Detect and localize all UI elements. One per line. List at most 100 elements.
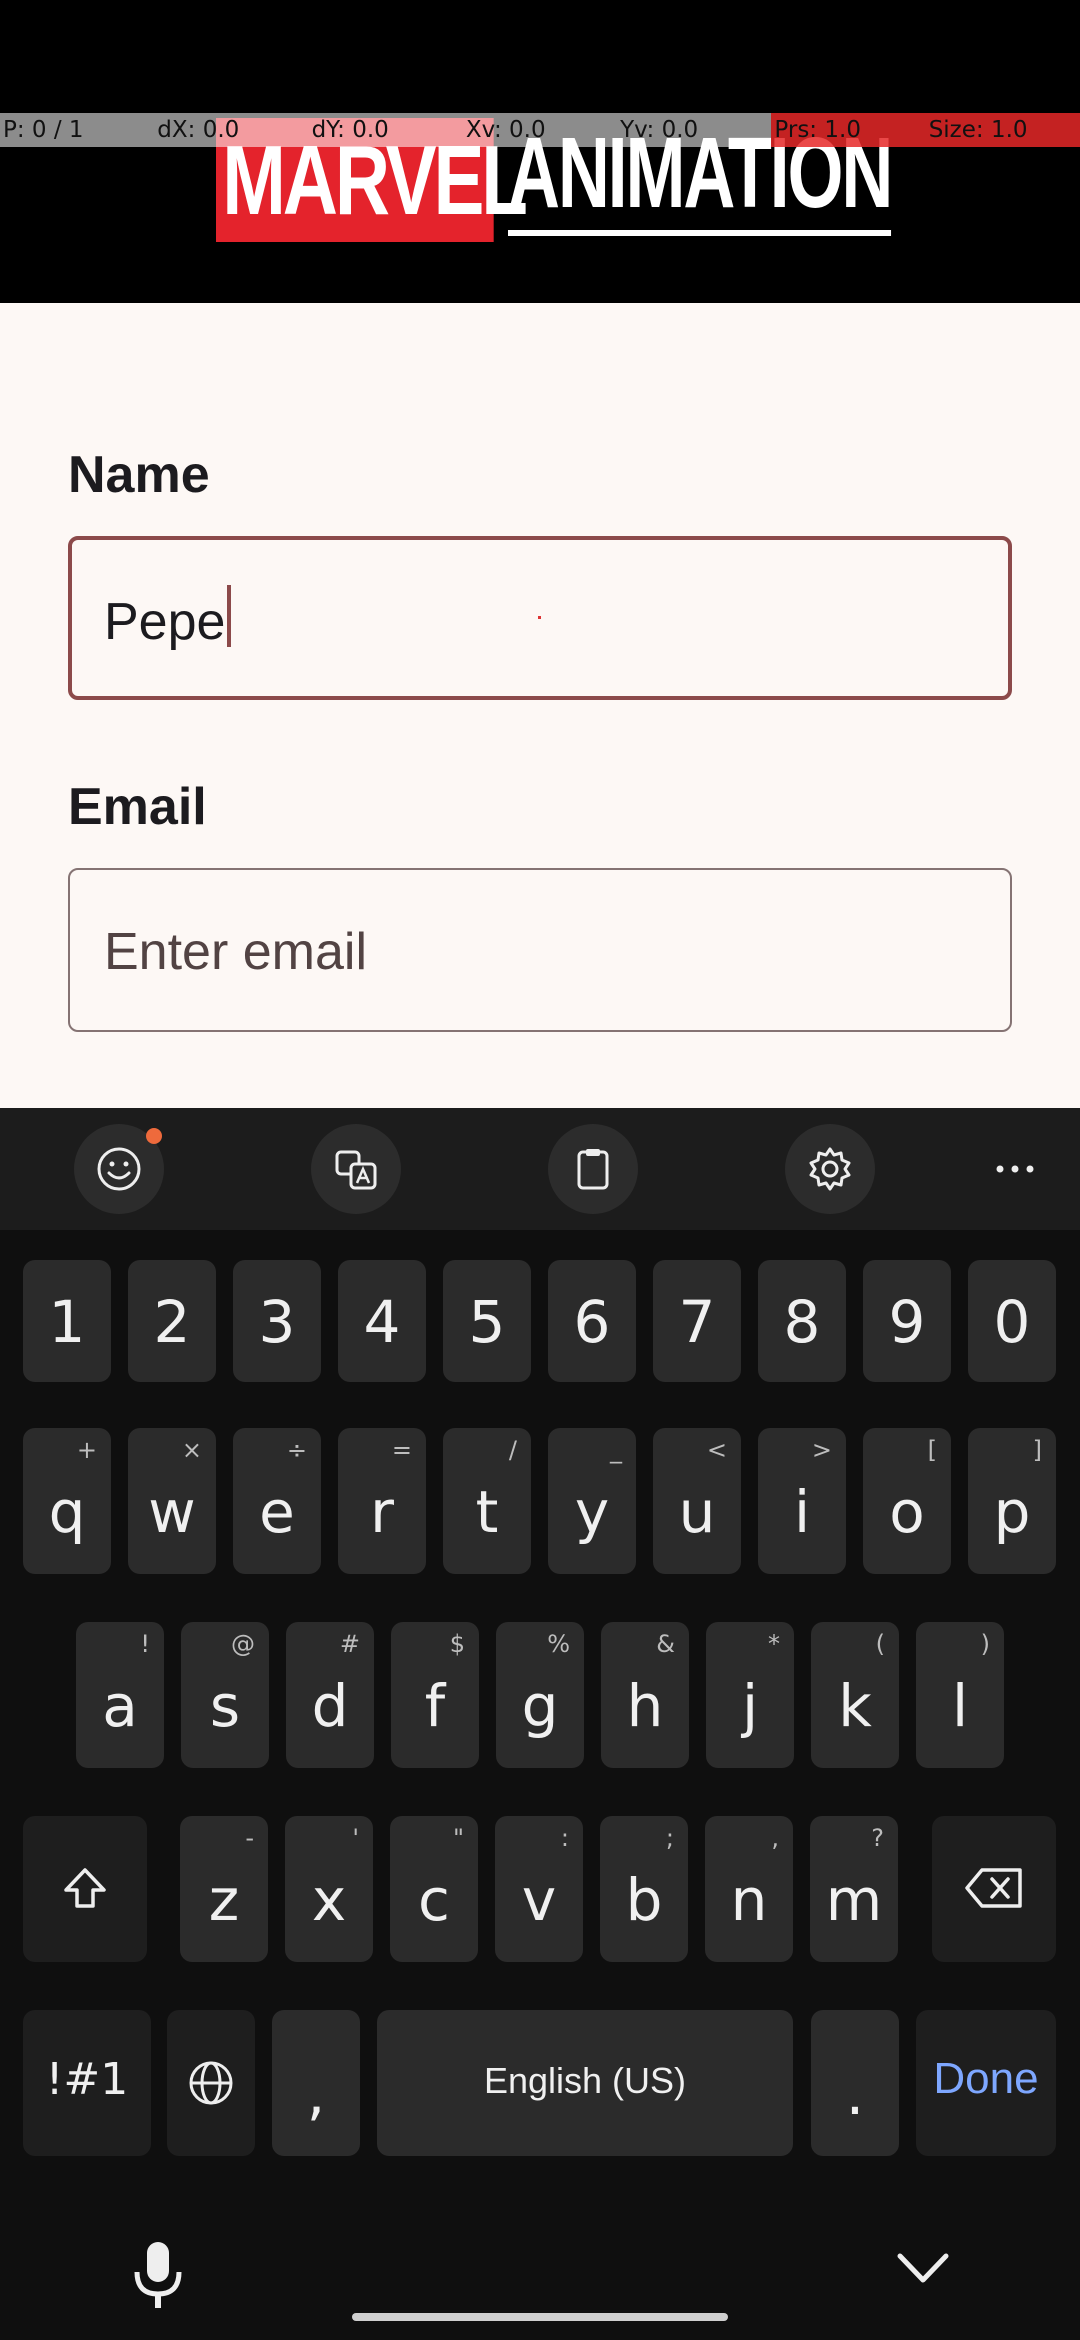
form-area: Name Pepe Email Enter email: [0, 303, 1080, 1108]
key-r[interactable]: = r: [338, 1428, 426, 1574]
name-field-value[interactable]: Pepe: [104, 540, 232, 704]
key-i[interactable]: > i: [758, 1428, 846, 1574]
key-hint: (: [875, 1630, 885, 1658]
key-hint: $: [449, 1630, 465, 1658]
key-5[interactable]: 5: [443, 1260, 531, 1382]
key-6[interactable]: 6: [548, 1260, 636, 1382]
key-label: b: [625, 1866, 663, 1934]
key-x[interactable]: ' x: [285, 1816, 373, 1962]
clipboard-icon[interactable]: [548, 1124, 638, 1214]
key-hint: [: [927, 1436, 937, 1464]
key-label: y: [574, 1478, 610, 1546]
more-icon[interactable]: [970, 1124, 1060, 1214]
key-label: k: [838, 1672, 872, 1740]
key-hint: =: [391, 1436, 412, 1464]
key-s[interactable]: @ s: [181, 1622, 269, 1768]
key-hint: ]: [1032, 1436, 1042, 1464]
key-label: 5: [468, 1288, 506, 1356]
key-hint: :: [560, 1824, 569, 1852]
debug-xv: Xv: 0.0: [462, 113, 618, 147]
key-label: 7: [678, 1288, 716, 1356]
key-hint: %: [547, 1630, 570, 1658]
key-label: j: [741, 1672, 759, 1740]
key-hint: >: [811, 1436, 832, 1464]
key-label: l: [951, 1672, 969, 1740]
key-w[interactable]: × w: [128, 1428, 216, 1574]
backspace-icon: [965, 1868, 1022, 1908]
key-label: p: [993, 1478, 1031, 1546]
key-y[interactable]: _ y: [548, 1428, 636, 1574]
key-hint: ÷: [286, 1436, 307, 1464]
key-label: 2: [153, 1288, 191, 1356]
key-label: 3: [258, 1288, 296, 1356]
key-m[interactable]: ? m: [810, 1816, 898, 1962]
key-g[interactable]: % g: [496, 1622, 584, 1768]
key-hint: ;: [665, 1824, 674, 1852]
settings-icon[interactable]: [785, 1124, 875, 1214]
key-p[interactable]: ] p: [968, 1428, 1056, 1574]
key-label: d: [311, 1672, 349, 1740]
key-f[interactable]: $ f: [391, 1622, 479, 1768]
key-q[interactable]: + q: [23, 1428, 111, 1574]
key-2[interactable]: 2: [128, 1260, 216, 1382]
key-label: !#1: [45, 2054, 129, 2105]
key-label: 0: [993, 1288, 1031, 1356]
key-label: a: [102, 1672, 138, 1740]
key-hint: ,: [771, 1824, 779, 1852]
key-j[interactable]: * j: [706, 1622, 794, 1768]
pointer-location-overlay: P: 0 / 1 dX: 0.0 dY: 0.0 Xv: 0.0 Yv: 0.0…: [0, 113, 1080, 147]
key-4[interactable]: 4: [338, 1260, 426, 1382]
key-k[interactable]: (k: [811, 1622, 899, 1768]
key-label: e: [259, 1478, 295, 1546]
translate-icon[interactable]: [311, 1124, 401, 1214]
key-label: u: [678, 1478, 716, 1546]
backspace-key[interactable]: [932, 1816, 1056, 1962]
key-e[interactable]: ÷ e: [233, 1428, 321, 1574]
shift-key[interactable]: [23, 1816, 147, 1962]
touch-point-marker: [538, 616, 541, 619]
chevron-down-icon[interactable]: [896, 2248, 950, 2288]
key-n[interactable]: ,n: [705, 1816, 793, 1962]
email-field[interactable]: Enter email: [68, 868, 1012, 1032]
key-label: .: [845, 2060, 865, 2128]
key-label: English (US): [483, 2060, 687, 2101]
key-label: i: [793, 1478, 811, 1546]
key-label: t: [475, 1478, 499, 1546]
key-v[interactable]: :v: [495, 1816, 583, 1962]
key-label: c: [418, 1866, 450, 1934]
debug-dx: dX: 0.0: [154, 113, 309, 147]
key-label: w: [148, 1478, 196, 1546]
key-z[interactable]: -z: [180, 1816, 268, 1962]
key-l[interactable]: ) l: [916, 1622, 1004, 1768]
home-indicator[interactable]: [352, 2313, 728, 2321]
key-label: o: [889, 1478, 925, 1546]
key-label: x: [311, 1866, 347, 1934]
microphone-icon[interactable]: [130, 2240, 186, 2310]
key-3[interactable]: 3: [233, 1260, 321, 1382]
key-hint: ): [980, 1630, 990, 1658]
key-label: g: [521, 1672, 559, 1740]
key-t[interactable]: / t: [443, 1428, 531, 1574]
key-d[interactable]: # d: [286, 1622, 374, 1768]
key-b[interactable]: ; b: [600, 1816, 688, 1962]
key-c[interactable]: " c: [390, 1816, 478, 1962]
key-label: ,: [306, 2060, 326, 2128]
key-label: z: [208, 1866, 240, 1934]
key-hint: ': [352, 1824, 359, 1852]
key-a[interactable]: ! a: [76, 1622, 164, 1768]
key-h[interactable]: & h: [601, 1622, 689, 1768]
key-o[interactable]: [o: [863, 1428, 951, 1574]
key-label: Done: [933, 2054, 1039, 2103]
key-u[interactable]: < u: [653, 1428, 741, 1574]
key-label: 1: [48, 1288, 86, 1356]
key-hint: _: [610, 1436, 622, 1464]
key-hint: <: [706, 1436, 727, 1464]
debug-pointer: P: 0 / 1: [0, 113, 155, 147]
key-0[interactable]: 0: [968, 1260, 1056, 1382]
key-1[interactable]: 1: [23, 1260, 111, 1382]
key-8[interactable]: 8: [758, 1260, 846, 1382]
key-hint: ": [452, 1824, 464, 1852]
key-9[interactable]: 9: [863, 1260, 951, 1382]
key-7[interactable]: 7: [653, 1260, 741, 1382]
notification-dot: [146, 1128, 162, 1144]
